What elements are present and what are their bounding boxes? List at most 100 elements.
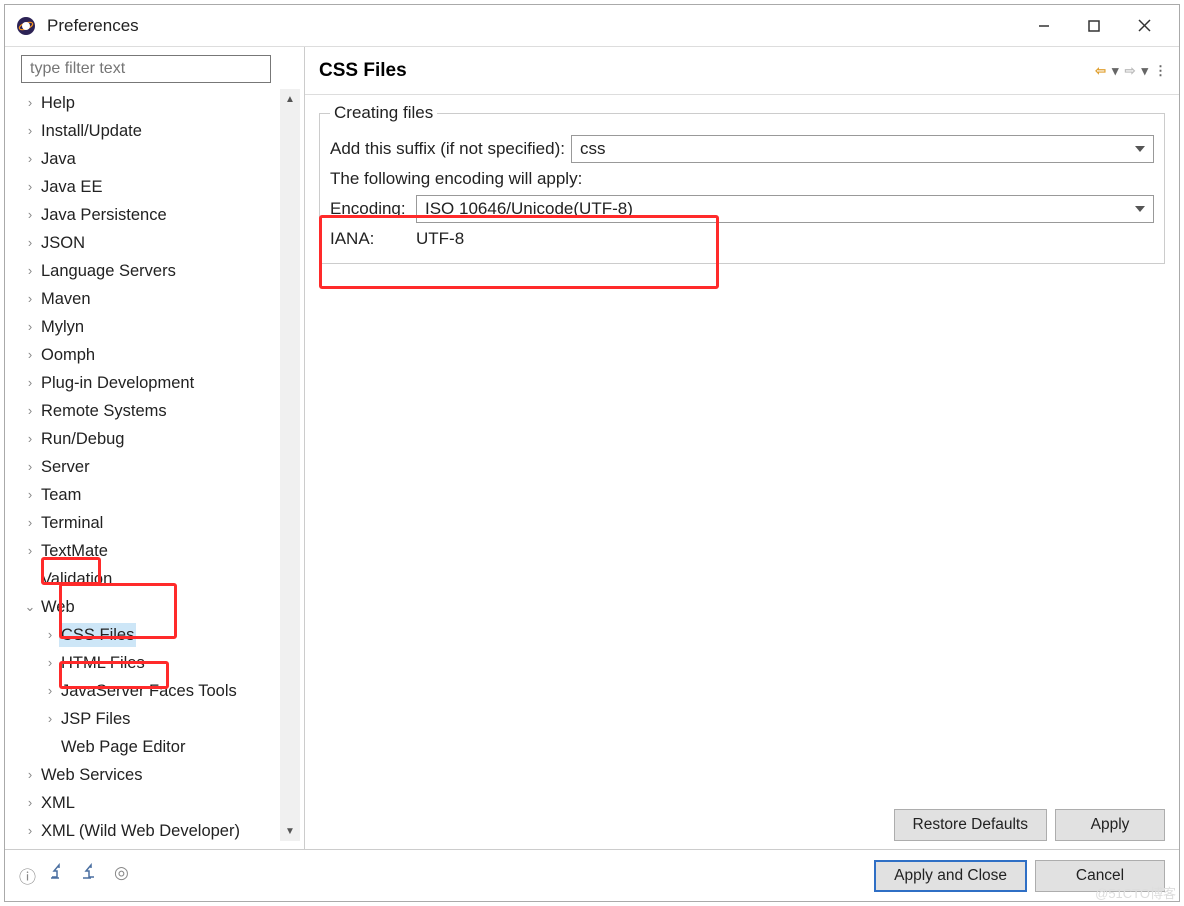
tree-item-mylyn[interactable]: ›Mylyn <box>17 313 300 341</box>
encoding-combo[interactable]: ISO 10646/Unicode(UTF-8) <box>416 195 1154 223</box>
tree-item-label: Install/Update <box>39 119 144 143</box>
tree-item-label: Web <box>39 595 77 619</box>
tree-item-label: Plug-in Development <box>39 371 196 395</box>
tree-item-install-update[interactable]: ›Install/Update <box>17 117 300 145</box>
tree-item-run-debug[interactable]: ›Run/Debug <box>17 425 300 453</box>
chevron-icon[interactable]: › <box>21 203 39 227</box>
tree-item-css-files[interactable]: ›CSS Files <box>17 621 300 649</box>
restore-defaults-button[interactable]: Restore Defaults <box>894 809 1047 841</box>
tree-item-xml[interactable]: ›XML <box>17 789 300 817</box>
chevron-icon[interactable]: › <box>41 707 59 731</box>
tree-item-java[interactable]: ›Java <box>17 145 300 173</box>
tree-item-web[interactable]: ⌄Web <box>17 593 300 621</box>
detail-title: CSS Files <box>319 60 407 82</box>
nav-back-menu-icon[interactable]: ▾ <box>1112 63 1119 79</box>
chevron-icon[interactable]: › <box>21 119 39 143</box>
tree-item-validation[interactable]: Validation <box>17 565 300 593</box>
tree-item-javaserver-faces-tools[interactable]: ›JavaServer Faces Tools <box>17 677 300 705</box>
tree-item-label: Java Persistence <box>39 203 169 227</box>
tree-item-maven[interactable]: ›Maven <box>17 285 300 313</box>
scroll-down-icon[interactable]: ▼ <box>280 821 300 841</box>
tree-item-server[interactable]: ›Server <box>17 453 300 481</box>
chevron-icon[interactable]: › <box>21 371 39 395</box>
chevron-icon[interactable]: › <box>41 651 59 675</box>
titlebar: Preferences <box>5 5 1179 47</box>
scroll-up-icon[interactable]: ▲ <box>280 89 300 109</box>
tree-item-team[interactable]: ›Team <box>17 481 300 509</box>
close-button[interactable] <box>1119 6 1169 46</box>
chevron-icon[interactable]: › <box>21 175 39 199</box>
help-icon[interactable]: ⓘ <box>19 863 36 888</box>
tree-item-label: XML <box>39 791 77 815</box>
chevron-icon[interactable]: › <box>41 679 59 703</box>
tree-item-label: Oomph <box>39 343 97 367</box>
nav-back-icon[interactable]: ⇦ <box>1095 63 1106 79</box>
preferences-detail-pane: CSS Files ⇦ ▾ ⇨ ▾ ⋮ Creating files Add t… <box>305 47 1179 849</box>
apply-and-close-button[interactable]: Apply and Close <box>874 860 1027 892</box>
oomph-icon[interactable]: ◎ <box>114 863 129 888</box>
tree-item-html-files[interactable]: ›HTML Files <box>17 649 300 677</box>
tree-item-textmate[interactable]: ›TextMate <box>17 537 300 565</box>
tree-item-label: Terminal <box>39 511 105 535</box>
chevron-icon[interactable]: › <box>21 231 39 255</box>
chevron-icon[interactable]: › <box>21 91 39 115</box>
filter-input[interactable] <box>21 55 271 83</box>
tree-item-label: HTML Files <box>59 651 147 675</box>
chevron-icon[interactable]: › <box>21 147 39 171</box>
tree-item-xml-wild-web-developer-[interactable]: ›XML (Wild Web Developer) <box>17 817 300 841</box>
chevron-icon[interactable]: › <box>21 455 39 479</box>
watermark: @51CTO博客 <box>1095 883 1176 902</box>
maximize-button[interactable] <box>1069 6 1119 46</box>
export-icon[interactable] <box>82 863 100 888</box>
suffix-combo[interactable]: css <box>571 135 1154 163</box>
chevron-icon[interactable]: › <box>21 315 39 339</box>
tree-item-json[interactable]: ›JSON <box>17 229 300 257</box>
chevron-icon[interactable]: › <box>21 287 39 311</box>
tree-item-java-ee[interactable]: ›Java EE <box>17 173 300 201</box>
chevron-icon[interactable]: › <box>21 539 39 563</box>
tree-item-label: TextMate <box>39 539 110 563</box>
tree-item-label: Web Services <box>39 763 144 787</box>
import-icon[interactable] <box>50 863 68 888</box>
chevron-icon[interactable]: › <box>21 511 39 535</box>
encoding-value: ISO 10646/Unicode(UTF-8) <box>425 199 633 219</box>
tree-item-plug-in-development[interactable]: ›Plug-in Development <box>17 369 300 397</box>
minimize-button[interactable] <box>1019 6 1069 46</box>
chevron-icon[interactable]: › <box>41 623 59 647</box>
preferences-tree[interactable]: ›Help›Install/Update›Java›Java EE›Java P… <box>17 89 300 841</box>
tree-item-label: JSON <box>39 231 87 255</box>
iana-label: IANA: <box>330 229 416 249</box>
nav-forward-menu-icon[interactable]: ▾ <box>1141 63 1148 79</box>
chevron-icon[interactable]: › <box>21 483 39 507</box>
chevron-icon[interactable]: › <box>21 763 39 787</box>
tree-item-terminal[interactable]: ›Terminal <box>17 509 300 537</box>
chevron-icon[interactable]: › <box>21 259 39 283</box>
tree-item-remote-systems[interactable]: ›Remote Systems <box>17 397 300 425</box>
chevron-icon[interactable]: ⌄ <box>21 595 39 619</box>
window-title: Preferences <box>47 16 139 36</box>
chevron-icon[interactable]: › <box>21 427 39 451</box>
tree-item-oomph[interactable]: ›Oomph <box>17 341 300 369</box>
chevron-icon[interactable]: › <box>21 399 39 423</box>
creating-files-group: Creating files Add this suffix (if not s… <box>319 103 1165 264</box>
tree-item-label: JSP Files <box>59 707 132 731</box>
tree-item-language-servers[interactable]: ›Language Servers <box>17 257 300 285</box>
tree-item-label: Maven <box>39 287 93 311</box>
nav-forward-icon[interactable]: ⇨ <box>1125 63 1136 79</box>
encoding-label: Encoding: <box>330 199 416 219</box>
chevron-icon[interactable]: › <box>21 819 39 841</box>
chevron-icon[interactable]: › <box>21 343 39 367</box>
tree-item-java-persistence[interactable]: ›Java Persistence <box>17 201 300 229</box>
tree-item-help[interactable]: ›Help <box>17 89 300 117</box>
tree-item-label: Run/Debug <box>39 427 126 451</box>
detail-header: CSS Files ⇦ ▾ ⇨ ▾ ⋮ <box>305 47 1179 95</box>
tree-item-web-page-editor[interactable]: Web Page Editor <box>17 733 300 761</box>
tree-scrollbar[interactable]: ▲ ▼ <box>280 89 300 841</box>
chevron-icon[interactable]: › <box>21 791 39 815</box>
tree-item-label: Java <box>39 147 78 171</box>
tree-item-web-services[interactable]: ›Web Services <box>17 761 300 789</box>
tree-item-label: Web Page Editor <box>59 735 187 759</box>
tree-item-jsp-files[interactable]: ›JSP Files <box>17 705 300 733</box>
apply-button[interactable]: Apply <box>1055 809 1165 841</box>
view-menu-icon[interactable]: ⋮ <box>1154 63 1165 79</box>
